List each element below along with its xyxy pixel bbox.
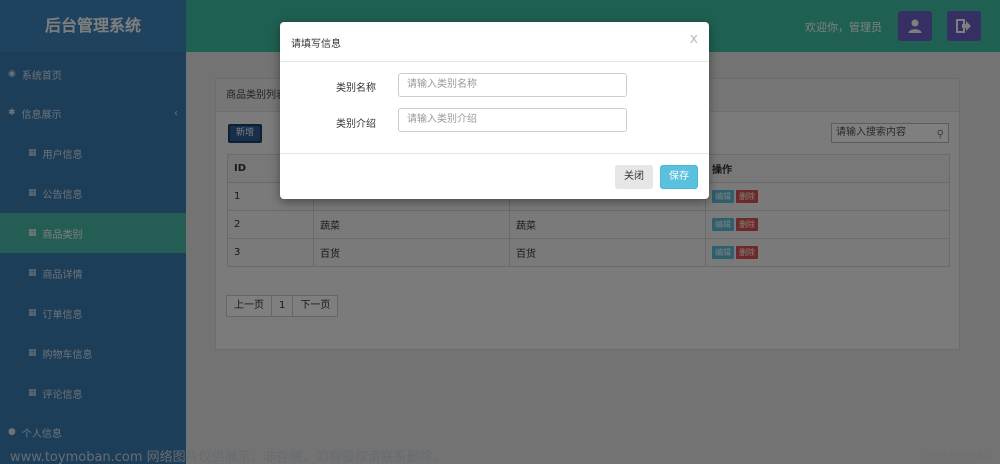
category-desc-label: 类别介绍 bbox=[336, 119, 376, 130]
category-desc-placeholder: 请输入类别介绍 bbox=[407, 114, 477, 125]
modal-divider bbox=[280, 153, 709, 154]
category-desc-input[interactable]: 请输入类别介绍 bbox=[398, 108, 627, 132]
save-button[interactable]: 保存 bbox=[660, 165, 698, 189]
close-icon[interactable]: x bbox=[690, 31, 698, 47]
close-button[interactable]: 关闭 bbox=[615, 165, 653, 189]
category-name-placeholder: 请输入类别名称 bbox=[407, 79, 477, 90]
info-modal: 请填写信息 x 类别名称 请输入类别名称 类别介绍 请输入类别介绍 关闭 保存 bbox=[280, 22, 709, 199]
category-name-input[interactable]: 请输入类别名称 bbox=[398, 73, 627, 97]
modal-title: 请填写信息 bbox=[291, 39, 341, 50]
category-name-label: 类别名称 bbox=[336, 83, 376, 94]
modal-divider bbox=[280, 61, 709, 62]
